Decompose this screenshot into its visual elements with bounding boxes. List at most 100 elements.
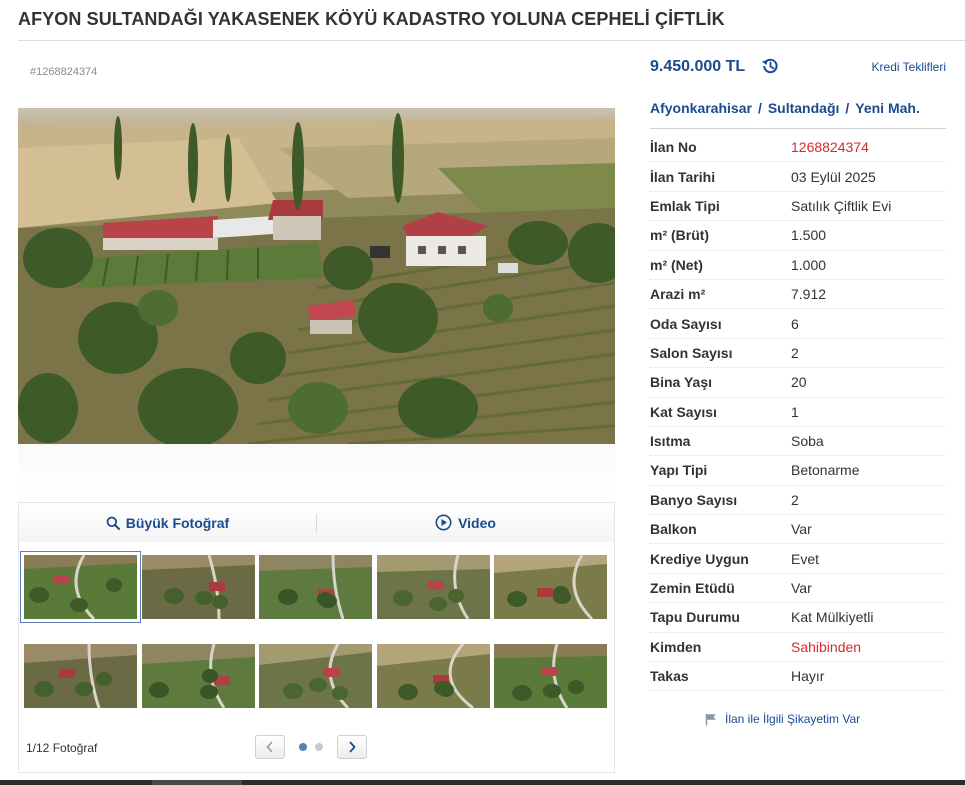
spec-value: 2 — [791, 344, 799, 361]
location-city[interactable]: Afyonkarahisar — [650, 100, 752, 116]
spec-value: 03 Eylül 2025 — [791, 168, 876, 185]
spec-label: Oda Sayısı — [650, 315, 722, 332]
spec-label: Takas — [650, 668, 689, 685]
spec-row: m² (Brüt) 1.500 — [650, 221, 946, 251]
search-icon — [106, 516, 120, 530]
chevron-right-icon — [349, 741, 356, 753]
thumbnail-image — [24, 555, 137, 619]
play-circle-icon — [435, 514, 452, 531]
prev-page-button[interactable] — [255, 735, 285, 759]
page-dot[interactable] — [299, 743, 307, 751]
spec-label: İlan Tarihi — [650, 168, 716, 185]
thumbnail[interactable] — [259, 644, 372, 708]
thumbnail-image — [259, 644, 372, 708]
thumbnail-image — [259, 555, 372, 619]
breadcrumb-separator: / — [845, 100, 850, 116]
spec-value: Hayır — [791, 668, 825, 685]
spec-value: 1 — [791, 403, 799, 420]
spec-value: Kat Mülkiyetli — [791, 609, 874, 626]
spec-label: Salon Sayısı — [650, 344, 733, 361]
video-label: Video — [458, 514, 496, 531]
spec-label: Isıtma — [650, 433, 691, 450]
spec-value: 20 — [791, 374, 807, 391]
spec-label: Bina Yaşı — [650, 374, 713, 391]
video-button[interactable]: Video — [317, 503, 614, 542]
spec-label: Arazi m² — [650, 286, 706, 303]
thumbnail[interactable] — [376, 555, 490, 619]
thumbnail[interactable] — [494, 644, 607, 708]
spec-value: Var — [791, 580, 812, 597]
complaint-label: İlan ile İlgili Şikayetim Var — [725, 712, 861, 726]
bottom-bar — [0, 780, 965, 785]
spec-value: Evet — [791, 550, 820, 567]
thumbnail-image — [494, 555, 607, 619]
title-divider — [18, 40, 965, 41]
photo-actions-bar: Büyük Fotoğraf Video — [18, 502, 615, 542]
photo-count: 1/12 Fotoğraf — [26, 741, 98, 755]
thumbnail-pager — [255, 735, 367, 759]
thumbnail-image — [141, 644, 255, 708]
thumbnail[interactable] — [494, 555, 607, 619]
spec-value: 1.500 — [791, 227, 827, 244]
spec-label: Kat Sayısı — [650, 403, 717, 420]
spec-row: Isıtma Soba — [650, 427, 946, 457]
spec-row: Tapu Durumu Kat Mülkiyetli — [650, 603, 946, 633]
spec-value: 7.912 — [791, 286, 827, 303]
spec-label: Kimden — [650, 638, 702, 655]
thumbnail-image — [494, 644, 607, 708]
thumbnail[interactable] — [376, 644, 490, 708]
spec-label: İlan No — [650, 139, 697, 156]
spec-row: Bina Yaşı 20 — [650, 368, 946, 398]
spec-label: m² (Brüt) — [650, 227, 710, 244]
breadcrumb-separator: / — [757, 100, 762, 116]
spec-label: Balkon — [650, 521, 697, 538]
spec-row: Takas Hayır — [650, 662, 946, 692]
location-divider — [650, 128, 946, 129]
credit-offers-link[interactable]: Kredi Teklifleri — [872, 60, 946, 74]
spec-value: 2 — [791, 491, 799, 508]
main-photo[interactable] — [18, 108, 615, 444]
spec-value: Var — [791, 521, 812, 538]
spec-label: Emlak Tipi — [650, 197, 720, 214]
breadcrumb-location: Afyonkarahisar / Sultandağı / Yeni Mah. — [650, 100, 920, 116]
thumbnail-image — [376, 644, 490, 708]
spec-label: Yapı Tipi — [650, 462, 708, 479]
location-neighborhood[interactable]: Yeni Mah. — [855, 100, 920, 116]
thumbnail-image — [141, 555, 255, 619]
price-row: 9.450.000 TL Kredi Teklifleri — [650, 54, 946, 80]
thumbnail-image — [376, 555, 490, 619]
spec-value: 1.000 — [791, 256, 827, 273]
thumbnail[interactable] — [24, 644, 137, 708]
spec-row: Salon Sayısı 2 — [650, 339, 946, 369]
spec-row: Yapı Tipi Betonarme — [650, 456, 946, 486]
history-icon[interactable] — [760, 56, 780, 76]
location-district[interactable]: Sultandağı — [768, 100, 840, 116]
spec-row: m² (Net) 1.000 — [650, 251, 946, 280]
thumbnail-image — [24, 644, 137, 708]
spec-row: Balkon Var — [650, 515, 946, 545]
thumbnail[interactable] — [20, 551, 141, 623]
spec-row: İlan Tarihi 03 Eylül 2025 — [650, 162, 946, 192]
main-photo-image — [18, 108, 615, 444]
spec-row: Kat Sayısı 1 — [650, 398, 946, 427]
spec-value: Sahibinden — [791, 638, 862, 655]
flag-icon — [705, 713, 716, 725]
spec-label: Tapu Durumu — [650, 609, 740, 626]
spec-row: Zemin Etüdü Var — [650, 574, 946, 604]
bottom-bar-segment — [152, 780, 242, 785]
thumbnail[interactable] — [141, 555, 255, 619]
spec-label: m² (Net) — [650, 256, 703, 273]
price: 9.450.000 TL — [650, 58, 746, 75]
ad-id-label: #1268824374 — [30, 66, 98, 78]
thumbnail[interactable] — [141, 644, 255, 708]
large-photo-button[interactable]: Büyük Fotoğraf — [19, 503, 316, 542]
spec-label: Krediye Uygun — [650, 550, 749, 567]
chevron-left-icon — [266, 741, 273, 753]
thumbnail[interactable] — [259, 555, 372, 619]
complaint-link[interactable]: İlan ile İlgili Şikayetim Var — [705, 712, 860, 726]
page-dot[interactable] — [315, 743, 323, 751]
spec-label: Zemin Etüdü — [650, 580, 735, 597]
next-page-button[interactable] — [337, 735, 367, 759]
spec-row: Arazi m² 7.912 — [650, 280, 946, 310]
spec-value: Betonarme — [791, 462, 860, 479]
